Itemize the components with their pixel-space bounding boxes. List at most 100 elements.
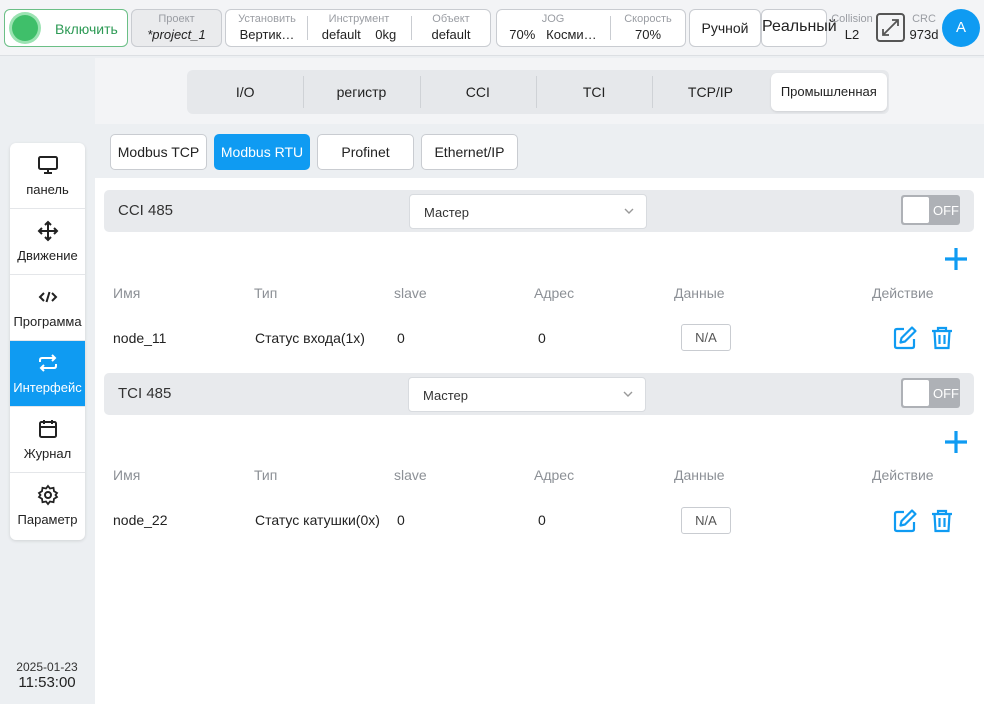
tool-weight: 0kg — [375, 27, 397, 42]
column-header-slave: slave — [394, 467, 427, 483]
tool-caption: Инструмент — [328, 13, 390, 25]
sidebar-item-panel[interactable]: панель — [10, 143, 85, 209]
speed-value: 70% — [634, 27, 662, 42]
add-icon[interactable] — [943, 246, 969, 272]
sidebar-item-label: Журнал — [23, 446, 72, 461]
column-header-slave: slave — [394, 285, 427, 301]
monitor-icon — [10, 154, 85, 176]
crc-readout: CRC 973d — [907, 13, 941, 43]
add-icon[interactable] — [943, 429, 969, 455]
sidebar-item-label: панель — [26, 182, 69, 197]
row-slave: 0 — [397, 330, 405, 346]
section-header-tci485: TCI 485 Мастер OFF — [104, 373, 974, 415]
sidebar-item-motion[interactable]: Движение — [10, 209, 85, 275]
row-slave: 0 — [397, 512, 405, 528]
row-data-value: N/A — [681, 324, 731, 351]
jog-value: 70% — [509, 27, 536, 42]
edit-icon[interactable] — [892, 325, 918, 351]
row-data-value: N/A — [681, 507, 731, 534]
subtab-modbus-rtu[interactable]: Modbus RTU — [214, 134, 310, 170]
section-title: TCI 485 — [118, 385, 172, 402]
toggle-state: OFF — [933, 203, 959, 218]
chevron-down-icon — [623, 391, 633, 397]
tab-cci[interactable]: CCI — [419, 70, 536, 114]
mode-label: Ручной — [701, 20, 749, 36]
jog-frame: Косми… — [546, 27, 597, 42]
project-name: *project_1 — [147, 27, 206, 42]
tab-tcpip[interactable]: TCP/IP — [652, 70, 768, 114]
column-header-address: Адрес — [534, 467, 575, 483]
install-tool-object-panel[interactable]: Установить Вертик… Инструмент default 0k… — [225, 9, 491, 47]
role-select-value: Мастер — [423, 388, 468, 403]
protocol-tabs: Modbus TCP Modbus RTU Profinet Ethernet/… — [95, 124, 984, 178]
column-header-action: Действие — [872, 467, 934, 483]
toggle-knob — [903, 197, 929, 223]
tool-value: default — [321, 27, 361, 42]
column-header-type: Тип — [254, 285, 278, 301]
real-label: Реальный — [762, 18, 837, 35]
avatar[interactable]: A — [942, 9, 980, 47]
crc-caption: CRC — [912, 13, 936, 25]
collision-caption: Collision — [831, 13, 873, 25]
jog-speed-panel[interactable]: JOG 70% Косми… Скорость 70% — [496, 9, 686, 47]
main-content: I/O регистр CCI TCI TCP/IP Промышленная … — [95, 58, 984, 704]
object-value: default — [431, 27, 471, 42]
tab-io[interactable]: I/O — [187, 70, 303, 114]
fullscreen-icon[interactable] — [876, 13, 905, 42]
tab-tci[interactable]: TCI — [535, 70, 652, 114]
subtab-modbus-tcp[interactable]: Modbus TCP — [110, 134, 207, 170]
sidebar-item-log[interactable]: Журнал — [10, 407, 85, 473]
power-indicator-icon — [12, 15, 38, 41]
sidebar-item-label: Интерфейс — [13, 380, 82, 395]
real-mode-button[interactable]: Реальный — [761, 9, 837, 47]
enable-toggle[interactable]: OFF — [901, 378, 960, 408]
time-text: 11:53:00 — [18, 674, 76, 691]
row-type: Статус катушки(0x) — [255, 512, 380, 528]
edit-icon[interactable] — [892, 508, 918, 534]
role-select-value: Мастер — [424, 205, 469, 220]
sidebar: панель Движение Программа Интерфейс Журн… — [10, 143, 85, 540]
column-header-data: Данные — [674, 467, 725, 483]
row-name: node_11 — [113, 330, 167, 346]
sidebar-item-label: Параметр — [17, 512, 78, 527]
subtab-profinet[interactable]: Profinet — [317, 134, 414, 170]
enable-button[interactable]: Включить — [4, 9, 128, 47]
date-text: 2025-01-23 — [16, 660, 78, 674]
collision-level[interactable]: Collision L2 — [829, 13, 875, 43]
tab-register[interactable]: регистр — [303, 70, 419, 114]
delete-icon[interactable] — [929, 508, 955, 534]
sidebar-item-parameter[interactable]: Параметр — [10, 473, 85, 539]
tab-industrial[interactable]: Промышленная — [770, 73, 887, 111]
sidebar-item-interface[interactable]: Интерфейс — [10, 341, 85, 407]
section-header-cci485: CCI 485 Мастер OFF — [104, 190, 974, 232]
sidebar-item-label: Программа — [13, 314, 82, 329]
column-header-name: Имя — [113, 467, 141, 483]
section-title: CCI 485 — [118, 202, 174, 219]
delete-icon[interactable] — [929, 325, 955, 351]
top-bar: Включить Проект *project_1 Установить Ве… — [0, 0, 984, 56]
chevron-down-icon — [624, 208, 634, 214]
row-address: 0 — [538, 512, 546, 528]
enable-toggle[interactable]: OFF — [901, 195, 960, 225]
column-header-data: Данные — [674, 285, 725, 301]
column-header-name: Имя — [113, 285, 141, 301]
subtab-ethernet-ip[interactable]: Ethernet/IP — [421, 134, 518, 170]
enable-button-label: Включить — [55, 21, 118, 37]
role-select[interactable]: Мастер — [409, 194, 647, 229]
sidebar-item-program[interactable]: Программа — [10, 275, 85, 341]
project-selector[interactable]: Проект *project_1 — [131, 9, 222, 47]
tab-bar-area: I/O регистр CCI TCI TCP/IP Промышленная — [95, 58, 984, 124]
install-caption: Установить — [238, 13, 296, 25]
row-address: 0 — [538, 330, 546, 346]
row-type: Статус входа(1x) — [255, 330, 365, 346]
role-select[interactable]: Мастер — [408, 377, 646, 412]
install-value: Вертик… — [239, 27, 295, 42]
speed-caption: Скорость — [624, 13, 672, 25]
column-header-action: Действие — [872, 285, 934, 301]
project-caption: Проект — [158, 13, 195, 25]
object-caption: Объект — [432, 13, 470, 25]
clock: 2025-01-23 11:53:00 — [0, 660, 94, 691]
manual-mode-button[interactable]: Ручной — [689, 9, 761, 47]
toggle-state: OFF — [933, 386, 959, 401]
sidebar-item-label: Движение — [17, 248, 78, 263]
